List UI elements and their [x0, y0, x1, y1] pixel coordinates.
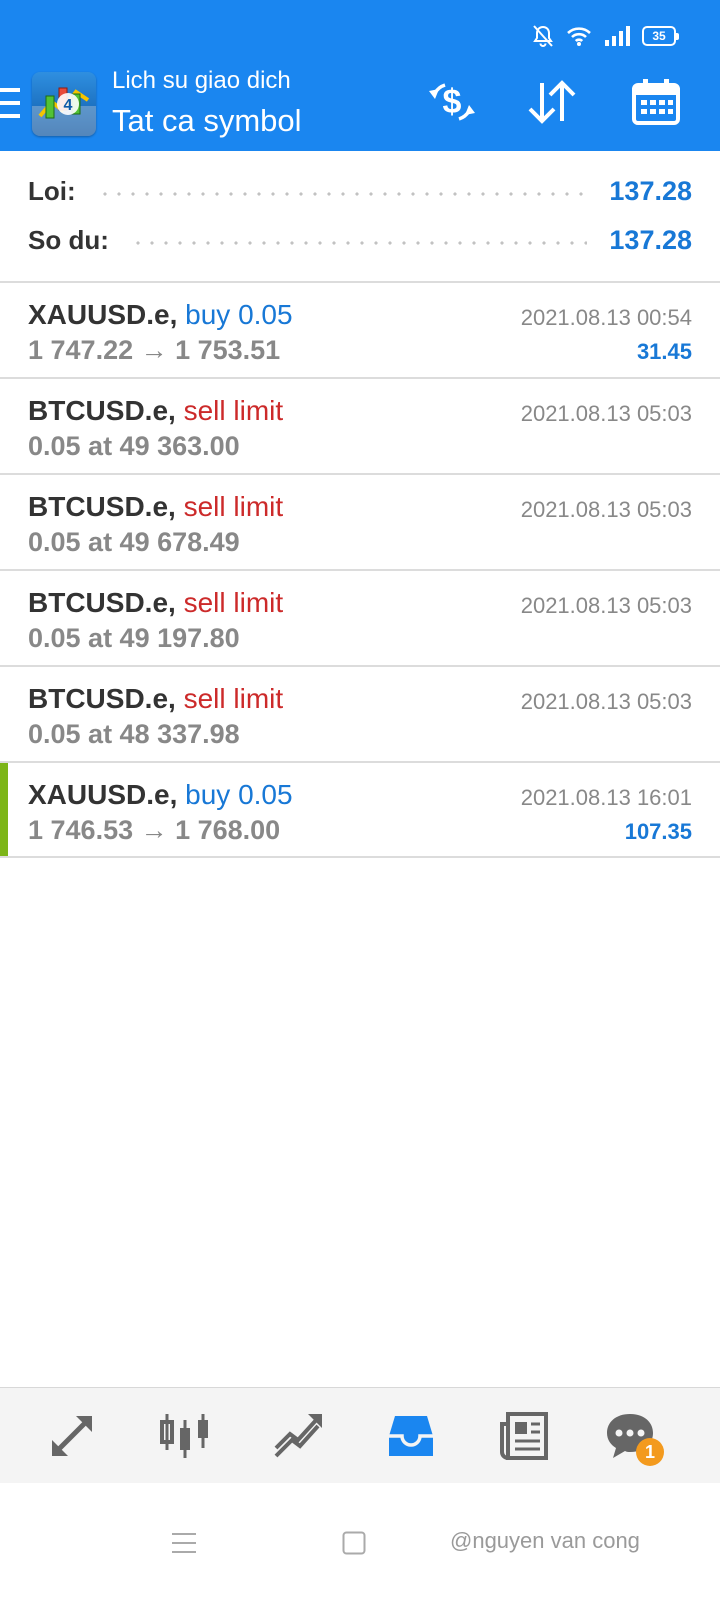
battery-icon: 35 — [642, 26, 679, 46]
deal-time: 2021.08.13 05:03 — [520, 689, 692, 714]
wifi-icon — [567, 27, 591, 46]
signal-icon — [605, 26, 630, 46]
sort-icon — [528, 80, 576, 124]
table-row[interactable]: XAUUSD.e, buy 0.05 1 747.22 → 1 753.51 2… — [0, 283, 720, 379]
currency-exchange-button[interactable]: $ — [424, 74, 480, 130]
deal-type: buy 0.05 — [185, 779, 293, 810]
deal-detail: 1 746.53 → 1 768.00 — [28, 815, 281, 845]
menu-icon[interactable] — [0, 88, 20, 118]
page-title: Tat ca symbol — [112, 103, 302, 138]
app-logo: 4 — [32, 72, 96, 136]
sort-button[interactable] — [524, 74, 580, 130]
currency-exchange-icon: $ — [429, 83, 475, 121]
table-row[interactable]: BTCUSD.e, sell limit 0.05 at 49 363.00 2… — [0, 379, 720, 475]
bottom-nav: 1 — [0, 1387, 720, 1483]
news-icon — [500, 1412, 548, 1460]
balance-label: So du: — [28, 224, 109, 255]
deal-type: sell limit — [183, 587, 284, 618]
deal-symbol: BTCUSD.e, — [28, 683, 176, 714]
dotted-leader — [97, 192, 588, 196]
deal-profit: 107.35 — [624, 819, 692, 844]
nav-quotes[interactable] — [42, 1408, 102, 1464]
status-bar: 35 — [532, 22, 679, 50]
deal-symbol: XAUUSD.e, — [28, 299, 178, 330]
balance-value: 137.28 — [609, 224, 692, 255]
home-button[interactable] — [334, 1523, 374, 1563]
bell-off-icon — [533, 25, 553, 47]
deal-detail: 0.05 at 48 337.98 — [28, 719, 240, 749]
deal-detail: 0.05 at 49 363.00 — [28, 431, 240, 461]
deal-symbol: BTCUSD.e, — [28, 395, 176, 426]
deal-symbol: BTCUSD.e, — [28, 491, 176, 522]
quotes-icon — [52, 1416, 92, 1456]
deal-time: 2021.08.13 05:03 — [520, 401, 692, 426]
table-row[interactable]: BTCUSD.e, sell limit 0.05 at 49 197.80 2… — [0, 571, 720, 667]
watermark: @nguyen van cong — [450, 1528, 640, 1553]
calendar-icon — [632, 79, 680, 125]
nav-trade[interactable] — [268, 1408, 328, 1464]
nav-chat[interactable]: 1 — [600, 1408, 664, 1466]
recents-button[interactable] — [164, 1523, 204, 1563]
deal-profit: 31.45 — [636, 339, 692, 364]
square-icon — [342, 1531, 366, 1555]
deal-time: 2021.08.13 05:03 — [520, 497, 692, 522]
title-block[interactable]: Lich su giao dich Tat ca symbol — [112, 66, 302, 142]
profit-value: 137.28 — [609, 175, 692, 206]
page-subtitle: Lich su giao dich — [112, 67, 291, 94]
svg-text:4: 4 — [64, 97, 73, 114]
chart-icon — [160, 1414, 208, 1458]
table-row[interactable]: BTCUSD.e, sell limit 0.05 at 48 337.98 2… — [0, 667, 720, 763]
app-bar: 35 4 Lich su giao dich Tat ca symbol $ — [0, 0, 720, 151]
deal-list: XAUUSD.e, buy 0.05 1 747.22 → 1 753.51 2… — [0, 283, 720, 858]
deal-type: sell limit — [183, 395, 284, 426]
deal-time: 2021.08.13 16:01 — [520, 785, 692, 810]
deal-detail: 0.05 at 49 678.49 — [28, 527, 240, 557]
deal-time: 2021.08.13 00:54 — [520, 305, 692, 330]
deal-detail: 0.05 at 49 197.80 — [28, 623, 240, 653]
dotted-leader — [130, 241, 588, 245]
balance-row: So du: 137.28 — [28, 220, 692, 260]
selected-marker — [0, 763, 8, 856]
table-row[interactable]: XAUUSD.e, buy 0.05 1 746.53 → 1 768.00 2… — [0, 763, 720, 858]
profit-row: Loi: 137.28 — [28, 171, 692, 211]
deal-time: 2021.08.13 05:03 — [520, 593, 692, 618]
nav-chart[interactable] — [155, 1408, 215, 1464]
calendar-button[interactable] — [628, 74, 684, 130]
trade-icon — [274, 1414, 322, 1458]
profit-label: Loi: — [28, 175, 76, 206]
table-row[interactable]: BTCUSD.e, sell limit 0.05 at 49 678.49 2… — [0, 475, 720, 571]
deal-type: sell limit — [183, 491, 284, 522]
nav-news[interactable] — [494, 1408, 554, 1464]
deal-detail: 1 747.22 → 1 753.51 — [28, 335, 281, 365]
deal-type: buy 0.05 — [185, 299, 293, 330]
summary-panel: Loi: 137.28 So du: 137.28 — [0, 151, 720, 283]
deal-symbol: XAUUSD.e, — [28, 779, 178, 810]
nav-history[interactable] — [381, 1408, 441, 1464]
menu-lines-icon — [172, 1533, 196, 1553]
deal-type: sell limit — [183, 683, 284, 714]
chat-badge: 1 — [636, 1438, 664, 1466]
deal-symbol: BTCUSD.e, — [28, 587, 176, 618]
svg-text:$: $ — [443, 83, 462, 121]
history-icon — [389, 1416, 433, 1456]
